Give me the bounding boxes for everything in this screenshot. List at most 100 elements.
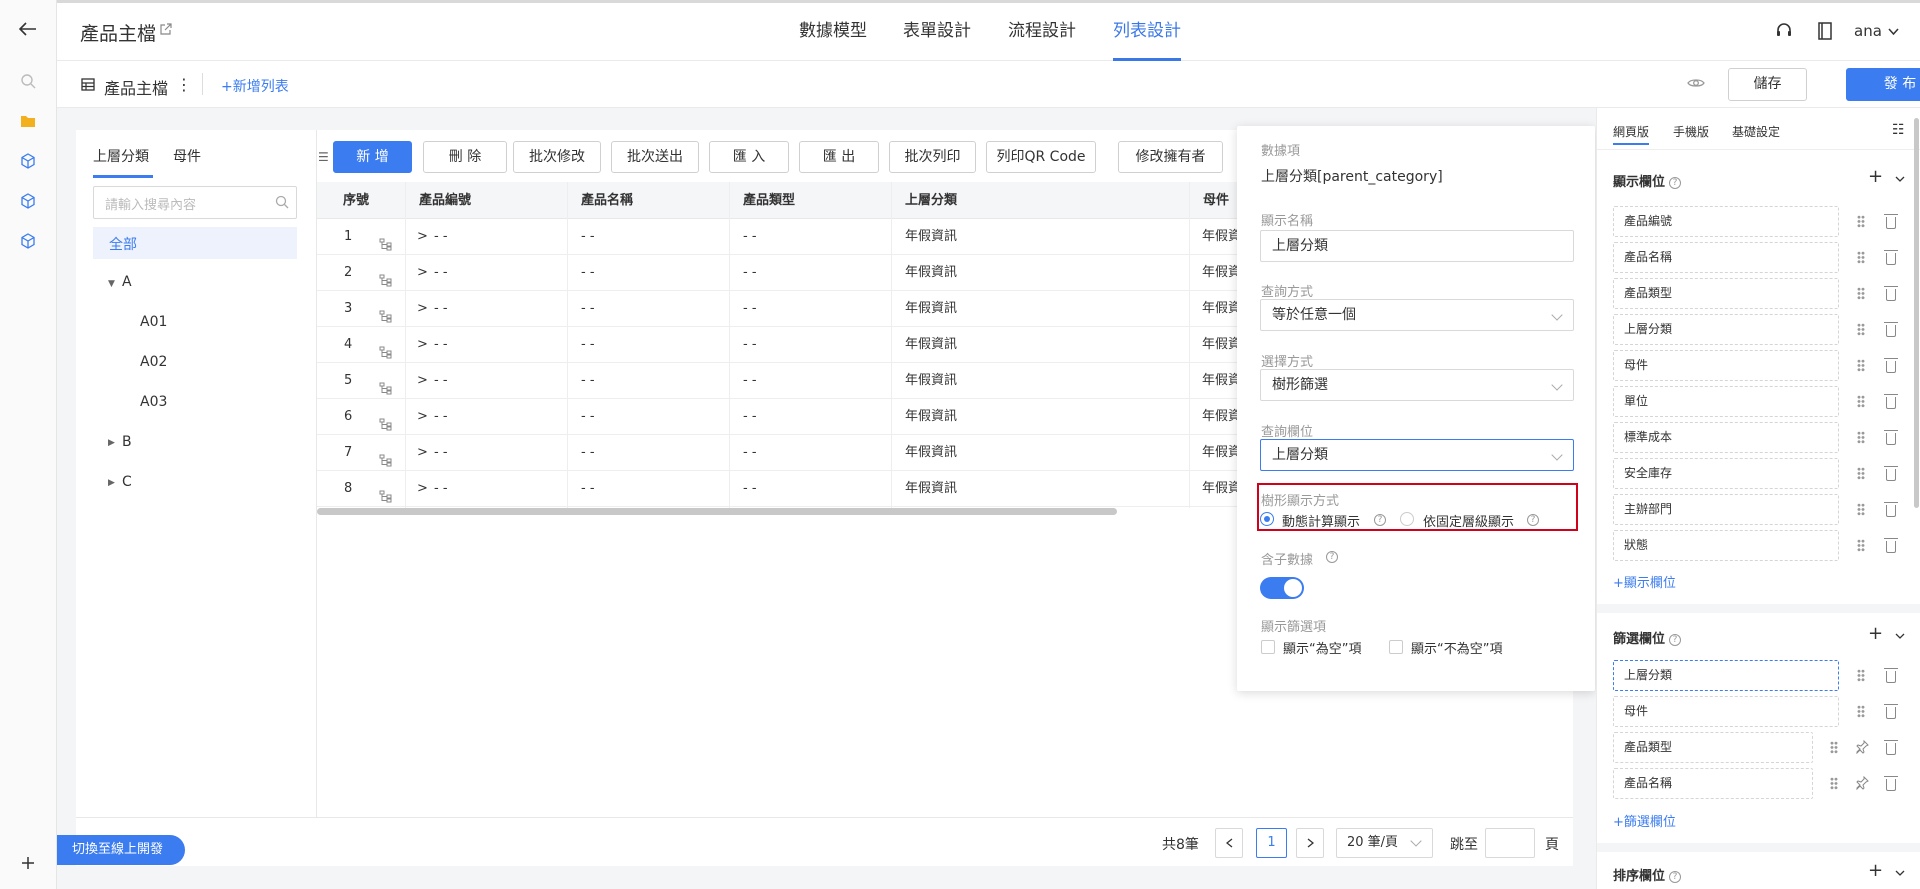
tab-web[interactable]: 網頁版: [1613, 123, 1649, 140]
table-row[interactable]: 3 > - - - - - - 年假資訊 年假資: [317, 291, 1237, 327]
checkbox-not-empty-label[interactable]: 顯示“不為空”項: [1411, 638, 1502, 657]
tree-item-all[interactable]: 全部: [93, 227, 297, 259]
drag-handle-icon[interactable]: [1857, 251, 1865, 264]
save-button[interactable]: 儲存: [1728, 68, 1807, 101]
eye-icon[interactable]: [1687, 77, 1705, 93]
column-header[interactable]: 產品編號: [419, 182, 471, 219]
batch-print-button[interactable]: 批次列印: [889, 141, 976, 173]
list-name[interactable]: 產品主檔: [104, 75, 168, 99]
prev-page-button[interactable]: [1215, 828, 1243, 858]
trash-icon[interactable]: [1884, 538, 1898, 553]
search-icon[interactable]: [17, 70, 39, 92]
help-icon[interactable]: ?: [1527, 514, 1539, 526]
filter-field-item[interactable]: 產品類型: [1613, 732, 1813, 763]
publish-button[interactable]: 發 布: [1846, 68, 1920, 101]
table-row[interactable]: 6 > - - - - - - 年假資訊 年假資: [317, 399, 1237, 435]
switch-online-button[interactable]: 切換至線上開發: [57, 835, 185, 865]
headset-icon[interactable]: [1775, 22, 1793, 44]
expand-arrow-icon[interactable]: >: [417, 363, 428, 399]
radio-dynamic-label[interactable]: 動態計算顯示: [1282, 511, 1360, 530]
add-icon[interactable]: +: [1868, 860, 1883, 881]
tree-item-a03[interactable]: A03: [140, 394, 167, 410]
book-icon[interactable]: [1818, 22, 1832, 44]
drag-handle-icon[interactable]: [1857, 539, 1865, 552]
tab-parent-category[interactable]: 上層分類: [93, 146, 149, 166]
back-arrow-icon[interactable]: [17, 18, 39, 40]
expand-arrow-icon[interactable]: >: [417, 255, 428, 291]
collapse-icon[interactable]: ☰: [318, 150, 329, 164]
display-field-item[interactable]: 狀態: [1613, 530, 1839, 561]
caret-right-icon[interactable]: ▶: [108, 478, 115, 488]
column-header[interactable]: 母件: [1203, 182, 1229, 219]
tree-node-icon[interactable]: [379, 302, 392, 323]
column-header[interactable]: 序號: [343, 182, 369, 219]
table-row[interactable]: 4 > - - - - - - 年假資訊 年假資: [317, 327, 1237, 363]
display-field-item[interactable]: 產品類型: [1613, 278, 1839, 309]
table-row[interactable]: 8 > - - - - - - 年假資訊 年假資: [317, 471, 1237, 507]
import-button[interactable]: 匯 入: [709, 141, 789, 173]
display-field-item[interactable]: 母件: [1613, 350, 1839, 381]
delete-button[interactable]: 刪 除: [423, 141, 507, 173]
display-field-item[interactable]: 產品名稱: [1613, 242, 1839, 273]
chevron-down-icon[interactable]: [1888, 25, 1899, 40]
cube-icon[interactable]: [17, 190, 39, 212]
plus-icon[interactable]: [17, 852, 39, 874]
select-method-select[interactable]: 樹形篩選: [1260, 369, 1574, 401]
display-field-item[interactable]: 安全庫存: [1613, 458, 1839, 489]
display-field-item[interactable]: 單位: [1613, 386, 1839, 417]
tree-item-a02[interactable]: A02: [140, 354, 167, 370]
cube-icon[interactable]: [17, 150, 39, 172]
horizontal-scrollbar[interactable]: [317, 508, 1117, 515]
trash-icon[interactable]: [1884, 430, 1898, 445]
drag-handle-icon[interactable]: [1857, 215, 1865, 228]
table-row[interactable]: 5 > - - - - - - 年假資訊 年假資: [317, 363, 1237, 399]
help-icon[interactable]: ?: [1669, 633, 1682, 646]
drag-handle-icon[interactable]: [1857, 669, 1865, 682]
display-field-item[interactable]: 上層分類: [1613, 314, 1839, 345]
add-icon[interactable]: +: [1868, 623, 1883, 644]
drag-handle-icon[interactable]: [1857, 323, 1865, 336]
help-icon[interactable]: ?: [1669, 870, 1682, 883]
caret-right-icon[interactable]: ▶: [108, 438, 115, 448]
trash-icon[interactable]: [1884, 250, 1898, 265]
display-field-item[interactable]: 產品編號: [1613, 206, 1839, 237]
tab-mother[interactable]: 母件: [173, 146, 201, 166]
drag-handle-icon[interactable]: [1857, 503, 1865, 516]
column-header[interactable]: 產品名稱: [581, 182, 633, 219]
tree-node-icon[interactable]: [379, 482, 392, 503]
expand-arrow-icon[interactable]: >: [417, 327, 428, 363]
expand-arrow-icon[interactable]: >: [417, 219, 428, 255]
trash-icon[interactable]: [1884, 740, 1898, 755]
goto-page-input[interactable]: [1485, 828, 1535, 858]
trash-icon[interactable]: [1884, 394, 1898, 409]
drag-handle-icon[interactable]: [1857, 467, 1865, 480]
trash-icon[interactable]: [1884, 776, 1898, 791]
page-number-button[interactable]: 1: [1256, 828, 1287, 858]
pin-icon[interactable]: [1855, 775, 1869, 794]
tree-item-a01[interactable]: A01: [140, 314, 167, 330]
more-vertical-icon[interactable]: ⋮: [176, 75, 192, 94]
change-owner-button[interactable]: 修改擁有者: [1118, 141, 1223, 173]
cube-icon[interactable]: [17, 230, 39, 252]
caret-down-icon[interactable]: ▼: [108, 279, 115, 289]
tree-node-icon[interactable]: [379, 446, 392, 467]
checkbox-empty-label[interactable]: 顯示“為空”項: [1283, 638, 1361, 657]
query-method-select[interactable]: 等於任意一個: [1260, 299, 1574, 331]
next-page-button[interactable]: [1296, 828, 1324, 858]
chevron-down-icon[interactable]: [1895, 629, 1905, 644]
tab-list-design[interactable]: 列表設計: [1113, 3, 1181, 61]
trash-icon[interactable]: [1884, 322, 1898, 337]
checkbox-not-empty[interactable]: [1389, 640, 1403, 654]
column-header[interactable]: 產品類型: [743, 182, 795, 219]
tab-data-model[interactable]: 數據模型: [799, 3, 867, 61]
drag-handle-icon[interactable]: [1830, 777, 1838, 790]
filter-field-item[interactable]: 上層分類: [1613, 660, 1839, 691]
trash-icon[interactable]: [1884, 286, 1898, 301]
expand-arrow-icon[interactable]: >: [417, 291, 428, 327]
expand-arrow-icon[interactable]: >: [417, 435, 428, 471]
table-row[interactable]: 7 > - - - - - - 年假資訊 年假資: [317, 435, 1237, 471]
tab-basic-settings[interactable]: 基礎設定: [1732, 123, 1780, 140]
external-link-icon[interactable]: [160, 23, 172, 39]
chevron-down-icon[interactable]: [1895, 866, 1905, 881]
trash-icon[interactable]: [1884, 704, 1898, 719]
